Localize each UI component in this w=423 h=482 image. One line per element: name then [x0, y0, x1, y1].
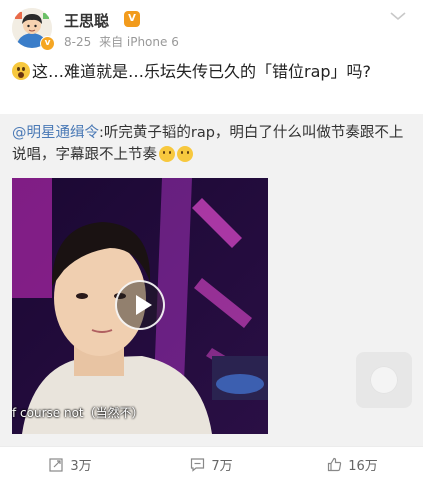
- post-body: 这…难道就是…乐坛失传已久的「错位rap」吗?: [32, 62, 372, 81]
- verified-icon: v: [40, 36, 55, 51]
- chevron-down-icon[interactable]: [389, 10, 407, 22]
- post-date: 8-25: [64, 35, 92, 49]
- post-meta: 8-25 来自 iPhone 6: [64, 33, 183, 50]
- repost-button[interactable]: 3万: [0, 447, 141, 482]
- smile-emoji-icon: [177, 146, 193, 162]
- repost-count: 3万: [70, 459, 92, 474]
- post-text: 这…难道就是…乐坛失传已久的「错位rap」吗?: [12, 60, 412, 84]
- surprised-face-emoji-icon: [12, 62, 30, 80]
- comment-button[interactable]: 7万: [141, 447, 282, 482]
- floating-assistive-button[interactable]: [356, 352, 412, 408]
- action-bar: 3万 7万 16万: [0, 446, 423, 482]
- like-button[interactable]: 16万: [282, 447, 423, 482]
- like-count: 16万: [348, 459, 378, 474]
- comment-icon: [191, 458, 205, 472]
- smile-emoji-icon: [159, 146, 175, 162]
- vip-badge-icon: V: [124, 11, 140, 27]
- repost-icon: [49, 458, 63, 472]
- repost-card[interactable]: @明星通缉令:听完黄子韬的rap，明白了什么叫做节奏跟不上说唱，字幕跟不上节奏: [0, 114, 423, 446]
- author-name[interactable]: 王思聪: [64, 10, 109, 31]
- comment-count: 7万: [211, 459, 233, 474]
- mention-link[interactable]: @明星通缉令: [12, 125, 99, 141]
- post-source: 来自 iPhone 6: [99, 35, 179, 49]
- video-player[interactable]: f course not（当然不）: [12, 178, 268, 434]
- weibo-post: v 王思聪 V 8-25 来自 iPhone 6 这…难道就是…乐坛失传已久的「…: [0, 0, 423, 481]
- repost-text: @明星通缉令:听完黄子韬的rap，明白了什么叫做节奏跟不上说唱，字幕跟不上节奏: [12, 122, 404, 166]
- video-subtitle: f course not（当然不）: [12, 406, 144, 420]
- thumbs-up-icon: [328, 457, 342, 472]
- play-button[interactable]: [115, 280, 165, 330]
